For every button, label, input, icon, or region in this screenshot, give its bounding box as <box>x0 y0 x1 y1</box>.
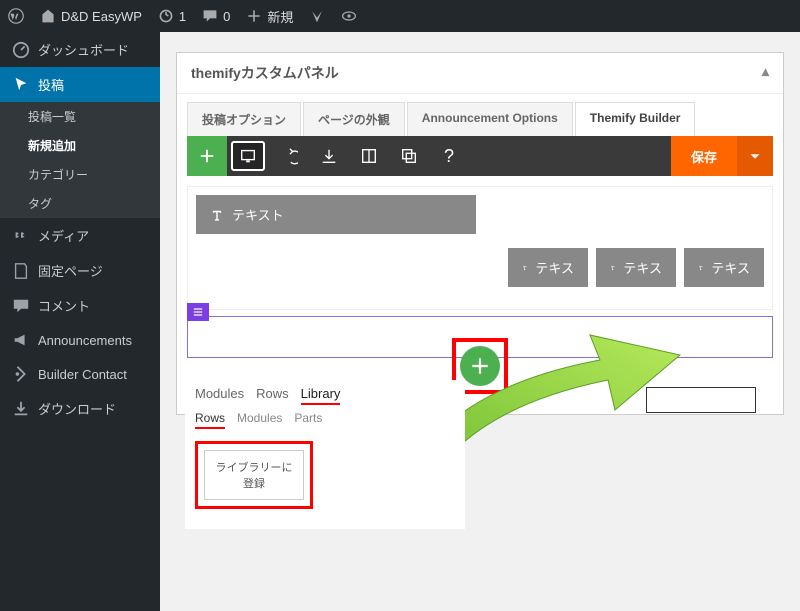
help-button[interactable]: ? <box>429 136 469 176</box>
pop-subtab-rows[interactable]: Rows <box>195 411 225 429</box>
text-module-col[interactable]: テキス <box>684 248 764 287</box>
wp-logo[interactable] <box>8 8 24 24</box>
submenu-tags[interactable]: タグ <box>0 189 160 218</box>
menu-builder-contact[interactable]: Builder Contact <box>0 357 160 391</box>
pop-tab-rows[interactable]: Rows <box>256 386 289 405</box>
menu-posts[interactable]: 投稿 <box>0 67 160 102</box>
text-module-col[interactable]: テキス <box>508 248 588 287</box>
layout-button[interactable] <box>349 136 389 176</box>
menu-media[interactable]: メディア <box>0 218 160 253</box>
submenu-posts-new[interactable]: 新規追加 <box>0 131 160 160</box>
updates[interactable]: 1 <box>158 8 186 24</box>
row-handle-icon[interactable] <box>187 303 209 321</box>
menu-pages[interactable]: 固定ページ <box>0 253 160 288</box>
builder-toolbar: ? 保存 <box>187 136 773 176</box>
menu-announcements[interactable]: Announcements <box>0 323 160 357</box>
import-button[interactable] <box>309 136 349 176</box>
menu-downloads[interactable]: ダウンロード <box>0 391 160 426</box>
builder-canvas: テキスト テキス テキス テキス <box>187 186 773 310</box>
submenu-posts-list[interactable]: 投稿一覧 <box>0 102 160 131</box>
add-module-button[interactable] <box>187 136 227 176</box>
pop-subtab-parts[interactable]: Parts <box>294 411 322 429</box>
wp-admin-bar: D&D EasyWP 1 0 新規 <box>0 0 800 32</box>
tab-announcement[interactable]: Announcement Options <box>407 102 573 136</box>
pop-tab-library[interactable]: Library <box>301 386 341 405</box>
pop-subtab-modules[interactable]: Modules <box>237 411 282 429</box>
menu-comments[interactable]: コメント <box>0 288 160 323</box>
save-dropdown[interactable] <box>737 136 773 176</box>
save-button[interactable]: 保存 <box>671 136 737 176</box>
library-popup: Modules Rows Library Rows Modules Parts … <box>185 380 465 529</box>
yoast-icon[interactable] <box>309 8 325 24</box>
text-module-col[interactable]: テキス <box>596 248 676 287</box>
panel-title: themifyカスタムパネル <box>191 63 339 83</box>
submenu-categories[interactable]: カテゴリー <box>0 160 160 189</box>
text-module[interactable]: テキスト <box>196 195 476 234</box>
desktop-view-button[interactable] <box>231 141 265 171</box>
undo-button[interactable] <box>269 136 309 176</box>
admin-sidebar: ダッシュボード 投稿 投稿一覧 新規追加 カテゴリー タグ メディア 固定ページ… <box>0 32 160 611</box>
highlight-box: ライブラリーに登録 <box>195 441 313 509</box>
tab-themify-builder[interactable]: Themify Builder <box>575 102 696 136</box>
panel-header[interactable]: themifyカスタムパネル ▴ <box>177 53 783 94</box>
collapse-icon[interactable]: ▴ <box>762 63 769 83</box>
comments-count[interactable]: 0 <box>202 8 230 24</box>
new-content[interactable]: 新規 <box>246 7 293 26</box>
menu-dashboard[interactable]: ダッシュボード <box>0 32 160 67</box>
duplicate-button[interactable] <box>389 136 429 176</box>
eye-icon[interactable] <box>341 8 357 24</box>
site-name[interactable]: D&D EasyWP <box>40 8 142 24</box>
tab-post-options[interactable]: 投稿オプション <box>187 102 301 136</box>
register-library-button[interactable]: ライブラリーに登録 <box>204 450 304 500</box>
pop-tab-modules[interactable]: Modules <box>195 386 244 405</box>
panel-tabs: 投稿オプション ページの外観 Announcement Options Them… <box>177 94 783 136</box>
tab-page-appearance[interactable]: ページの外観 <box>303 102 405 136</box>
